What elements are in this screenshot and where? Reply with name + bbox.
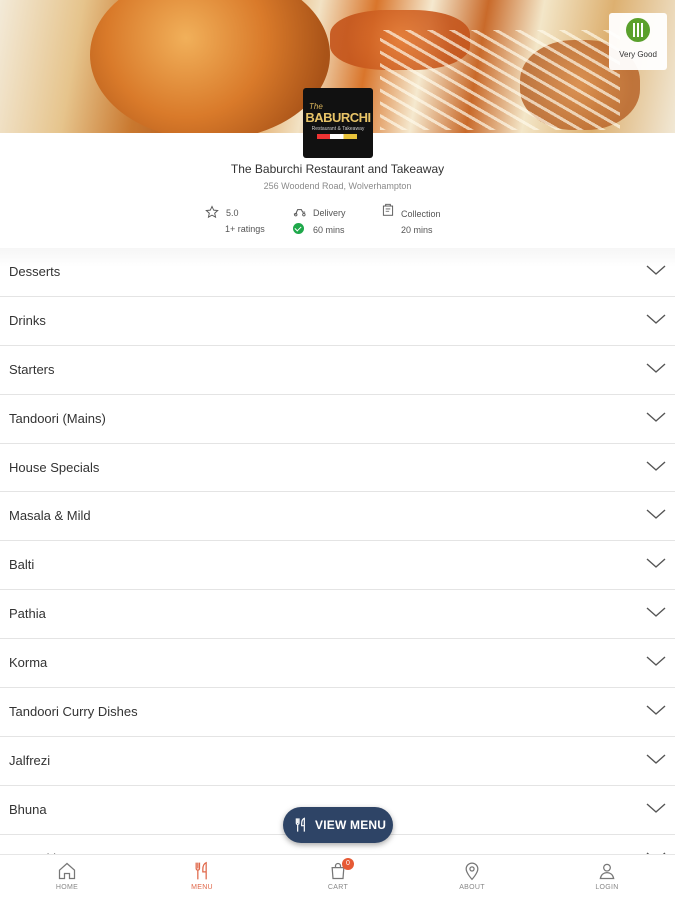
restaurant-logo: The BABURCHI Restaurant & Takeaway: [303, 88, 373, 158]
chevron-down-icon: [646, 754, 666, 764]
menu-category-label: Tandoori (Mains): [9, 410, 106, 426]
chevron-down-icon: [646, 705, 666, 715]
restaurant-name: The Baburchi Restaurant and Takeaway: [230, 162, 445, 176]
star-icon: [205, 205, 219, 219]
menu-category-label: Starters: [9, 361, 55, 377]
collection-bag-icon: [382, 203, 394, 216]
rating-stat: 5.0 1+ ratings: [205, 205, 275, 239]
cart-count-badge: 0: [342, 858, 354, 870]
tab-about[interactable]: ABOUT: [432, 855, 512, 900]
tab-home-label: HOME: [55, 884, 79, 891]
menu-category-list: Desserts Drinks Starters Tandoori (Mains) Ho…: [0, 248, 675, 884]
tab-cart-label: CART: [327, 884, 349, 891]
menu-category-label: Korma: [9, 655, 48, 671]
chevron-down-icon: [646, 461, 666, 471]
tab-menu[interactable]: MENU: [162, 855, 242, 900]
chevron-down-icon: [646, 803, 666, 813]
restaurant-address: 256 Woodend Road, Wolverhampton: [263, 181, 412, 191]
user-icon: [599, 863, 615, 880]
menu-category-label: Masala & Mild: [9, 508, 91, 524]
menu-category-row[interactable]: Desserts: [0, 248, 675, 297]
chevron-down-icon: [646, 412, 666, 422]
menu-category-label: Balti: [9, 557, 35, 573]
menu-category-label: Jalfrezi: [9, 752, 51, 768]
delivery-stat: Delivery 60 mins: [292, 205, 362, 239]
menu-category-label: Drinks: [9, 312, 46, 328]
hygiene-rating-label: Very Good: [619, 50, 657, 59]
tab-menu-label: MENU: [191, 884, 213, 891]
collection-time: 20 mins: [401, 225, 433, 235]
chevron-down-icon: [646, 314, 666, 324]
food-hygiene-rating-badge[interactable]: Very Good: [609, 13, 667, 70]
menu-category-row[interactable]: Korma: [0, 639, 675, 689]
cutlery-icon: [195, 861, 207, 880]
menu-category-row[interactable]: Tandoori (Mains): [0, 395, 675, 444]
rating-value: 5.0: [226, 208, 239, 218]
menu-category-row[interactable]: Masala & Mild: [0, 492, 675, 542]
chevron-down-icon: [646, 656, 666, 667]
check-circle-icon: [293, 223, 304, 234]
tab-about-label: ABOUT: [459, 884, 485, 891]
chevron-down-icon: [646, 509, 666, 520]
collection-label: Collection: [401, 209, 441, 219]
chevron-down-icon: [646, 558, 666, 569]
tab-cart[interactable]: 0 CART: [298, 855, 378, 900]
menu-category-row[interactable]: House Specials: [0, 444, 675, 493]
chevron-down-icon: [646, 265, 666, 275]
collection-stat: Collection 20 mins: [381, 202, 461, 236]
cutlery-icon: [295, 817, 305, 832]
chevron-down-icon: [646, 363, 666, 373]
tab-login[interactable]: LOGIN: [567, 855, 647, 900]
menu-category-label: Bhuna: [9, 801, 47, 817]
rating-count: 1+ ratings: [225, 224, 265, 234]
view-menu-label: VIEW MENU: [315, 818, 387, 832]
location-pin-icon: [465, 862, 479, 881]
menu-category-row[interactable]: Pathia: [0, 590, 675, 640]
chevron-down-icon: [646, 607, 666, 618]
menu-category-row[interactable]: Balti: [0, 541, 675, 591]
menu-category-row[interactable]: Jalfrezi: [0, 737, 675, 786]
bottom-tab-bar: HOME MENU 0 CART ABOUT LOGIN: [0, 854, 675, 900]
menu-category-row[interactable]: Tandoori Curry Dishes: [0, 688, 675, 737]
tab-home[interactable]: HOME: [27, 855, 107, 900]
menu-category-label: Tandoori Curry Dishes: [9, 704, 138, 720]
menu-category-label: Pathia: [9, 606, 46, 622]
menu-category-label: Desserts: [9, 264, 61, 279]
home-icon: [58, 862, 76, 880]
view-menu-button[interactable]: VIEW MENU: [283, 807, 393, 843]
menu-category-label: House Specials: [9, 459, 100, 475]
delivery-scooter-icon: [293, 209, 306, 217]
hygiene-logo-icon: [626, 18, 650, 42]
delivery-time: 60 mins: [313, 225, 345, 235]
tab-login-label: LOGIN: [595, 884, 619, 891]
menu-category-row[interactable]: Starters: [0, 346, 675, 395]
delivery-label: Delivery: [313, 208, 346, 218]
menu-category-row[interactable]: Drinks: [0, 297, 675, 346]
